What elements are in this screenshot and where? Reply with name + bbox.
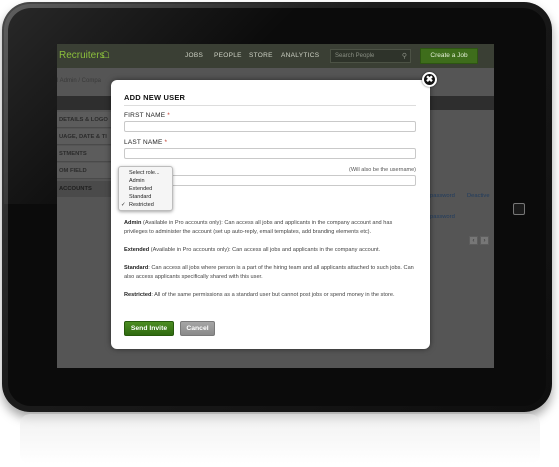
role-description-restricted: Restricted: All of the same permissions … [124,291,416,300]
role-option-restricted[interactable]: ✓ Restricted [119,201,172,209]
required-marker: * [164,139,168,146]
pager-prev-button[interactable]: ‹ [469,236,478,245]
required-marker: * [167,112,170,119]
last-name-label-text: LAST NAME [124,139,163,146]
nav-analytics[interactable]: ANALYTICS [281,52,319,59]
search-icon[interactable]: ⚲ [402,52,407,60]
deactivate-link[interactable]: Deactive [467,193,490,199]
sidebar-item-language-date[interactable]: UAGE, DATE & TI [57,129,115,145]
breadcrumb[interactable]: l Admin / Compa [57,78,101,84]
send-invite-button[interactable]: Send Invite [124,321,174,336]
create-job-button[interactable]: Create a Job [420,48,478,64]
last-name-field[interactable] [124,148,416,159]
role-option-admin[interactable]: Admin [119,177,172,185]
reset-password-link-2[interactable]: password [430,214,455,220]
sidebar-item-accounts[interactable]: ACCOUNTS [57,181,115,197]
checkmark-icon: ✓ [121,202,126,208]
nav-jobs[interactable]: JOBS [185,52,203,59]
first-name-label-text: FIRST NAME [124,112,166,119]
reset-password-link[interactable]: password [430,193,455,199]
search-placeholder: Search People [335,53,375,59]
ipad-reflection [20,414,540,464]
role-text: (Available in Pro accounts only): Can ac… [124,220,393,235]
top-navbar: Recruiters ☖ JOBS PEOPLE STORE ANALYTICS… [57,44,494,68]
email-username-hint: (Will also be the username) [349,167,416,173]
sidebar-item-details-logo[interactable]: DETAILS & LOGO [57,112,115,128]
role-description-extended: Extended (Available in Pro accounts only… [124,246,416,255]
pager-next-button[interactable]: › [480,236,489,245]
nav-store[interactable]: STORE [249,52,273,59]
app-logo[interactable]: Recruiters [59,50,105,61]
sidebar-item-custom-field[interactable]: OM FIELD [57,163,115,179]
role-description-standard: Standard: Can access all jobs where pers… [124,264,416,282]
role-description-admin: Admin (Available in Pro accounts only): … [124,219,416,237]
ipad-home-button [513,203,525,215]
last-name-label: LAST NAME * [124,139,167,146]
role-select-dropdown[interactable]: Select role... Admin Extended Standard ✓… [118,166,173,211]
first-name-field[interactable] [124,121,416,132]
role-name: Admin [124,220,142,226]
sidebar-item-statements[interactable]: STMENTS [57,146,115,162]
home-icon[interactable]: ☖ [101,50,110,61]
role-name: Extended [124,247,150,253]
modal-divider [124,105,416,106]
role-text: : Can access all jobs where person is a … [124,265,414,280]
role-option-restricted-label: Restricted [129,202,154,208]
role-name: Restricted [124,292,152,298]
nav-people[interactable]: PEOPLE [214,52,242,59]
role-text: : All of the same permissions as a stand… [151,292,395,298]
role-option-standard[interactable]: Standard [119,193,172,201]
cancel-button[interactable]: Cancel [180,321,215,336]
first-name-label: FIRST NAME * [124,112,170,119]
role-option-placeholder[interactable]: Select role... [119,169,172,177]
add-user-modal: ADD NEW USER FIRST NAME * LAST NAME * (W… [111,80,430,349]
role-text: (Available in Pro accounts only): Can ac… [149,247,381,253]
search-input[interactable]: Search People ⚲ [330,49,411,63]
role-option-extended[interactable]: Extended [119,185,172,193]
role-name: Standard [124,265,149,271]
close-icon[interactable]: ✖ [422,72,437,87]
modal-title: ADD NEW USER [124,93,186,102]
